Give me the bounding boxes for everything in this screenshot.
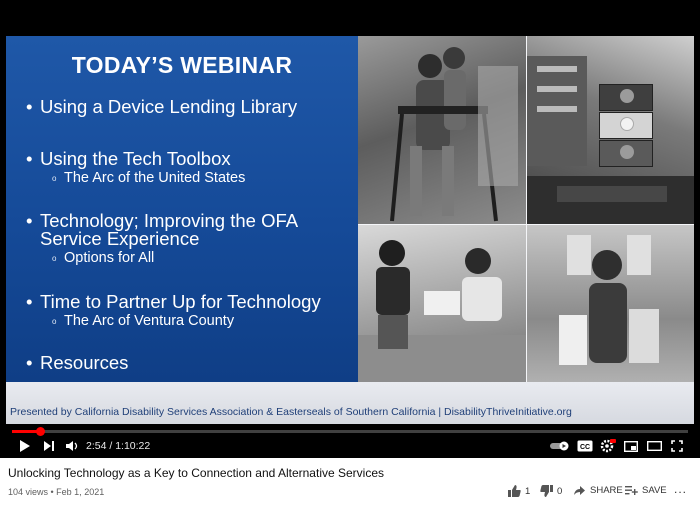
next-icon bbox=[44, 441, 54, 451]
bullet-item: • Time to Partner Up for Technology bbox=[26, 292, 321, 311]
photo-packages-figure bbox=[358, 240, 526, 382]
participant-video-tile bbox=[599, 84, 653, 111]
miniplayer-icon bbox=[624, 440, 638, 452]
fullscreen-button[interactable] bbox=[668, 436, 686, 456]
more-icon: ... bbox=[674, 482, 688, 496]
sub-bullet-text: The Arc of the United States bbox=[64, 170, 246, 186]
video-title: Unlocking Technology as a Key to Connect… bbox=[8, 466, 385, 480]
volume-icon bbox=[66, 441, 78, 451]
photo-walker bbox=[358, 36, 526, 224]
photo-walker-figure bbox=[390, 47, 518, 222]
volume-button[interactable] bbox=[63, 436, 81, 456]
play-button[interactable] bbox=[16, 436, 34, 456]
sub-bullet-dot: o bbox=[52, 316, 57, 326]
bullet-text: Resources bbox=[40, 352, 129, 373]
sub-bullet-text: Options for All bbox=[64, 250, 155, 266]
participant-avatar bbox=[620, 89, 634, 103]
sub-bullet-dot: o bbox=[52, 173, 57, 183]
participant-video-tile bbox=[599, 112, 653, 139]
thumbs-up-icon bbox=[508, 485, 521, 497]
sub-bullet-text: The Arc of Ventura County bbox=[64, 313, 235, 329]
bullet-item: • Using the Tech Toolbox bbox=[26, 149, 231, 168]
captions-icon: CC bbox=[577, 440, 593, 452]
video-player[interactable]: TODAY’S WEBINAR • Using a Device Lending … bbox=[0, 0, 700, 458]
playlist-add-icon bbox=[625, 486, 638, 495]
slide-footer-bar: Presented by California Disability Servi… bbox=[6, 382, 694, 424]
player-controls: 2:54 / 1:10:22 CC bbox=[0, 434, 700, 458]
bullet-item: • Resources bbox=[26, 353, 128, 372]
participant-avatar bbox=[620, 117, 634, 131]
photo-woman-bags bbox=[527, 225, 694, 382]
miniplayer-button[interactable] bbox=[622, 436, 640, 456]
photo-two-women-packages bbox=[358, 225, 526, 382]
bullet-dot: • bbox=[26, 352, 33, 373]
dislike-count: 0 bbox=[557, 485, 563, 497]
svg-text:CC: CC bbox=[580, 444, 590, 451]
more-actions-button[interactable]: ... bbox=[674, 482, 687, 496]
bullet-dot: • bbox=[26, 96, 33, 117]
time-display: 2:54 / 1:10:22 bbox=[86, 440, 151, 452]
bullet-text: Time to Partner Up for Technology bbox=[40, 291, 321, 312]
sub-bullet: o The Arc of the United States bbox=[52, 170, 245, 186]
fullscreen-icon bbox=[671, 440, 683, 452]
photo-bags-figure bbox=[559, 235, 659, 365]
slide-footer-text: Presented by California Disability Servi… bbox=[10, 406, 572, 418]
sub-bullet-dot: o bbox=[52, 253, 57, 263]
autoplay-toggle[interactable] bbox=[550, 436, 570, 456]
theater-icon bbox=[646, 441, 662, 451]
dislike-button[interactable]: 0 bbox=[540, 485, 562, 497]
share-icon bbox=[574, 486, 585, 495]
bullet-continuation: Service Experience bbox=[40, 229, 199, 248]
bullet-dot: • bbox=[26, 148, 33, 169]
bullet-text: Service Experience bbox=[40, 228, 200, 249]
sub-bullet: o The Arc of Ventura County bbox=[52, 313, 234, 329]
slide-agenda-panel: TODAY’S WEBINAR • Using a Device Lending … bbox=[6, 36, 358, 382]
settings-icon bbox=[600, 439, 616, 453]
bullet-item: • Using a Device Lending Library bbox=[26, 97, 297, 116]
video-meta: 104 views • Feb 1, 2021 bbox=[8, 487, 105, 497]
bullet-text: Using the Tech Toolbox bbox=[40, 148, 231, 169]
share-label: SHARE bbox=[590, 485, 623, 496]
like-count: 1 bbox=[525, 485, 531, 497]
sub-bullet: o Options for All bbox=[52, 250, 154, 266]
settings-button[interactable] bbox=[599, 436, 617, 456]
save-button[interactable]: SAVE bbox=[625, 485, 667, 496]
captions-button[interactable]: CC bbox=[576, 436, 594, 456]
play-icon bbox=[20, 440, 30, 452]
theater-mode-button[interactable] bbox=[645, 436, 663, 456]
progress-bar[interactable] bbox=[12, 427, 688, 436]
participant-avatar bbox=[620, 145, 634, 159]
slide-title: TODAY’S WEBINAR bbox=[71, 52, 293, 78]
share-button[interactable]: SHARE bbox=[573, 485, 623, 496]
participant-video-tile bbox=[599, 140, 653, 167]
save-label: SAVE bbox=[642, 485, 667, 496]
bullet-dot: • bbox=[26, 210, 33, 231]
bullet-dot: • bbox=[26, 291, 33, 312]
next-button[interactable] bbox=[40, 436, 58, 456]
like-button[interactable]: 1 bbox=[508, 485, 530, 497]
thumbs-down-icon bbox=[540, 485, 553, 497]
slide-frame: TODAY’S WEBINAR • Using a Device Lending … bbox=[6, 36, 694, 424]
autoplay-toggle-icon bbox=[550, 441, 569, 451]
bullet-text: Using a Device Lending Library bbox=[40, 96, 298, 117]
